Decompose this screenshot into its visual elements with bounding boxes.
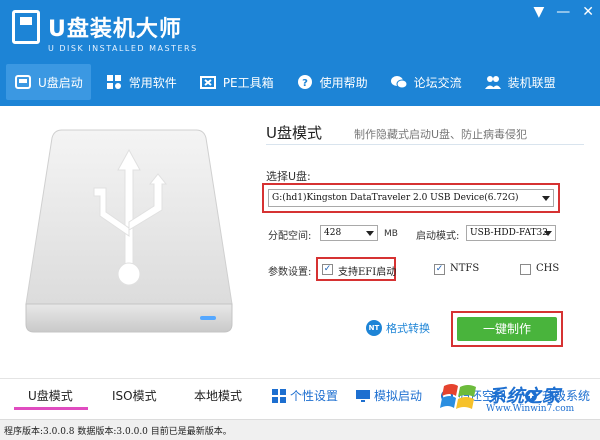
format-icon: NT [366,320,382,336]
nav-item-label: U盘启动 [38,75,83,90]
nav-item-pe-toolbox[interactable]: PE工具箱 [191,64,282,100]
make-highlight: 一键制作 [451,311,563,347]
divider [266,144,584,145]
users-icon [484,73,502,91]
partition-unit: MB [384,229,398,239]
watermark: 系统之家 Www.Winwin7.com [436,378,596,418]
help-icon: ? [296,73,314,91]
partition-select[interactable]: 428 [320,225,378,241]
partition-label: 分配空间: [268,231,312,242]
mode-description: 制作隐藏式启动U盘、防止病毒侵犯 [354,128,528,141]
nav-item-usb-boot[interactable]: U盘启动 [6,64,91,100]
params-label: 参数设置: [268,267,312,278]
header: U盘装机大师 U DISK INSTALLED MASTERS ▼ — ✕ U盘… [0,0,600,106]
window-controls: ▼ — ✕ [533,4,594,20]
app-logo: U盘装机大师 [12,10,182,44]
drive-icon [14,73,32,91]
status-text: 程序版本:3.0.0.8 数据版本:3.0.0.0 目前已是最新版本。 [4,427,232,437]
monitor-icon [356,389,370,403]
settings-icon[interactable]: ▼ [533,4,544,20]
nav-item-software[interactable]: 常用软件 [97,64,185,100]
minimize-icon[interactable]: — [556,4,570,20]
ntfs-label: NTFS [450,263,480,274]
format-convert-button[interactable]: NT 格式转换 [366,320,430,336]
simulate-boot-link[interactable]: 模拟启动 [356,387,422,404]
main-nav: U盘启动 常用软件 PE工具箱 ? 使用帮助 论坛交流 装机联盟 [0,64,600,104]
usb-drive-illustration-icon [22,126,236,334]
mode-title: U盘模式 [266,124,322,142]
partition-value: 428 [324,228,342,238]
device-select[interactable]: G:(hd1)Kingston DataTraveler 2.0 USB Dev… [268,189,554,207]
efi-label: 支持EFI启动 [338,267,397,278]
ntfs-checkbox[interactable]: ✓ [434,264,445,275]
device-select-value: G:(hd1)Kingston DataTraveler 2.0 USB Dev… [272,193,519,203]
personalize-label: 个性设置 [290,389,339,403]
nav-item-label: 装机联盟 [507,75,556,90]
one-click-make-button[interactable]: 一键制作 [457,317,557,341]
usb-drive-logo-icon [12,10,40,44]
active-tab-indicator [14,407,88,410]
boot-mode-select[interactable]: USB-HDD-FAT32 [466,225,556,241]
svg-text:?: ? [302,78,308,89]
nav-item-alliance[interactable]: 装机联盟 [476,64,564,100]
chevron-down-icon [542,196,550,201]
nav-item-label: PE工具箱 [222,75,274,90]
chs-label: CHS [536,263,560,274]
nav-item-label: 使用帮助 [319,75,368,90]
chevron-down-icon [366,231,374,236]
simulate-boot-label: 模拟启动 [374,389,423,403]
nav-item-forum[interactable]: 论坛交流 [382,64,470,100]
chs-checkbox[interactable] [520,264,531,275]
boot-mode-label: 启动模式: [416,231,460,242]
watermark-url: Www.Winwin7.com [486,404,575,414]
chat-icon [390,73,408,91]
format-convert-label: 格式转换 [386,322,430,335]
app-subtitle: U DISK INSTALLED MASTERS [48,44,198,53]
boot-mode-value: USB-HDD-FAT32 [470,228,548,238]
nav-item-label: 论坛交流 [413,75,462,90]
select-usb-label: 选择U盘: [266,170,311,183]
grid-icon [272,388,286,403]
windows-logo-icon [440,384,476,409]
tab-usb-mode[interactable]: U盘模式 [28,387,73,404]
personalize-link[interactable]: 个性设置 [272,387,338,404]
toolbox-icon [199,73,217,91]
efi-checkbox[interactable]: ✓ [322,264,333,275]
nav-item-label: 常用软件 [128,75,177,90]
apps-icon [105,73,123,91]
close-icon[interactable]: ✕ [582,4,594,20]
nav-item-help[interactable]: ? 使用帮助 [288,64,376,100]
status-bar: 程序版本:3.0.0.8 数据版本:3.0.0.0 目前已是最新版本。 [0,419,600,440]
chevron-down-icon [544,231,552,236]
tab-iso-mode[interactable]: ISO模式 [112,387,157,404]
app-title: U盘装机大师 [48,17,182,42]
tab-local-mode[interactable]: 本地模式 [194,387,242,404]
device-highlight: G:(hd1)Kingston DataTraveler 2.0 USB Dev… [262,183,560,213]
